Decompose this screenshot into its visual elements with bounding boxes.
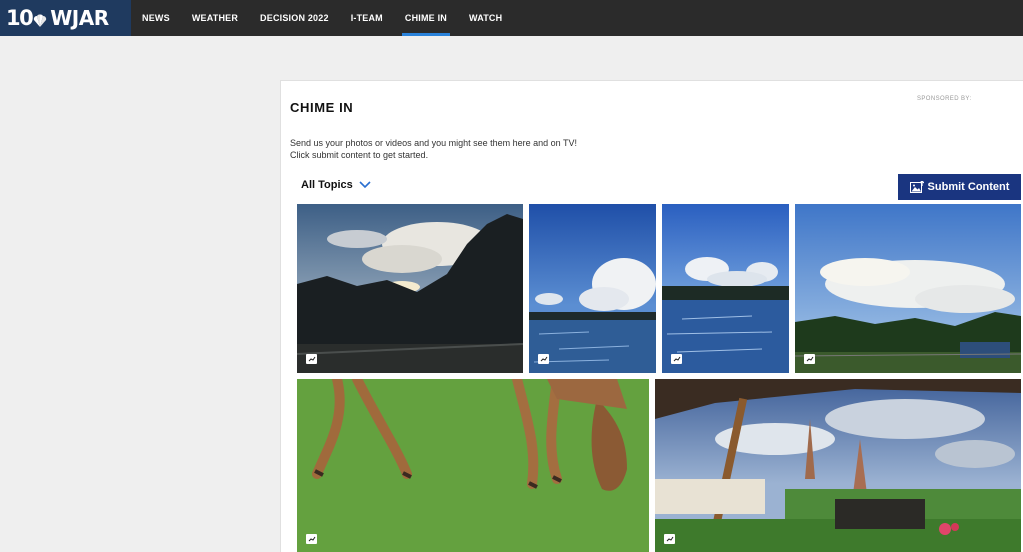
expand-image-icon [306, 534, 317, 544]
photo-lake-cumulus [529, 204, 656, 373]
gallery-photo[interactable] [795, 204, 1021, 373]
channel-number: 10 [6, 6, 34, 30]
main-nav: NEWS WEATHER DECISION 2022 I-TEAM CHIME … [131, 0, 513, 36]
nav-item-decision-2022[interactable]: DECISION 2022 [249, 0, 340, 36]
gallery-photo[interactable] [655, 379, 1021, 552]
chime-in-panel: CHIME IN SPONSORED BY: Send us your phot… [280, 80, 1023, 552]
photo-lake-sky [662, 204, 789, 373]
expand-image-icon [671, 354, 682, 364]
page-description: Send us your photos or videos and you mi… [290, 137, 577, 161]
site-header: 10 WJAR NEWS WEATHER DECISION 2022 I-TEA… [0, 0, 1023, 36]
nav-item-i-team[interactable]: I-TEAM [340, 0, 394, 36]
topics-filter-dropdown[interactable]: All Topics [301, 179, 371, 191]
expand-image-icon [306, 354, 317, 364]
sponsored-label: SPONSORED BY: [917, 96, 972, 102]
nav-item-watch[interactable]: WATCH [458, 0, 513, 36]
nav-item-weather[interactable]: WEATHER [181, 0, 249, 36]
topics-filter-label: All Topics [301, 179, 353, 191]
photo-storm-cloud-field [795, 204, 1021, 373]
submit-content-button[interactable]: Submit Content [898, 174, 1021, 200]
gallery-photo[interactable] [529, 204, 656, 373]
gallery-photo[interactable] [297, 204, 523, 373]
submit-content-label: Submit Content [927, 181, 1010, 193]
expand-image-icon [538, 354, 549, 364]
gallery-photo[interactable] [297, 379, 649, 552]
chevron-down-icon [359, 181, 371, 189]
description-line-2: Click submit content to get started. [290, 150, 429, 160]
description-line-1: Send us your photos or videos and you mi… [290, 138, 578, 148]
expand-image-icon [804, 354, 815, 364]
nav-item-chime-in[interactable]: CHIME IN [394, 0, 458, 36]
photo-sunset-clouds [297, 204, 523, 373]
wjar-logo[interactable]: 10 WJAR [0, 0, 131, 36]
call-letters: WJAR [50, 6, 109, 30]
image-upload-icon [909, 181, 924, 193]
photo-deer-grazing [297, 379, 649, 552]
nav-item-news[interactable]: NEWS [131, 0, 181, 36]
expand-image-icon [664, 534, 675, 544]
page-title: CHIME IN [290, 100, 354, 115]
gallery-photo[interactable] [662, 204, 789, 373]
peacock-icon [34, 14, 47, 27]
photo-patio-umbrellas [655, 379, 1021, 552]
